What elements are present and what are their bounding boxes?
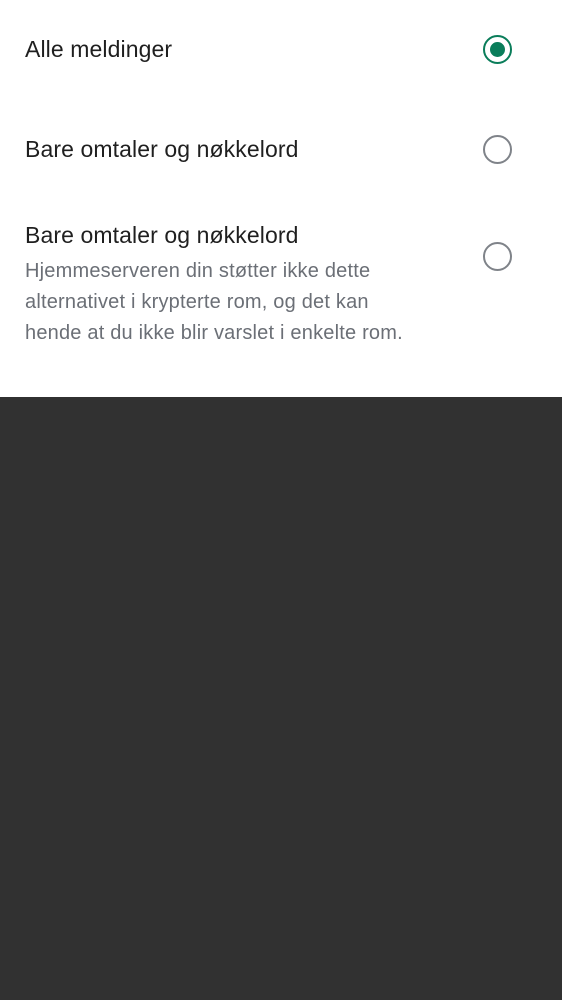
radio-button[interactable] bbox=[483, 242, 512, 271]
option-mentions-keywords-encrypted[interactable]: Bare omtaler og nøkkelord Hjemmeserveren… bbox=[0, 0, 562, 397]
option-title: Bare omtaler og nøkkelord bbox=[25, 222, 299, 248]
background-scrim[interactable] bbox=[0, 397, 562, 1000]
notification-options-sheet: Alle meldinger Bare omtaler og nøkkelord… bbox=[0, 0, 562, 397]
option-description: Hjemmeserveren din støtter ikke dette al… bbox=[25, 260, 403, 344]
